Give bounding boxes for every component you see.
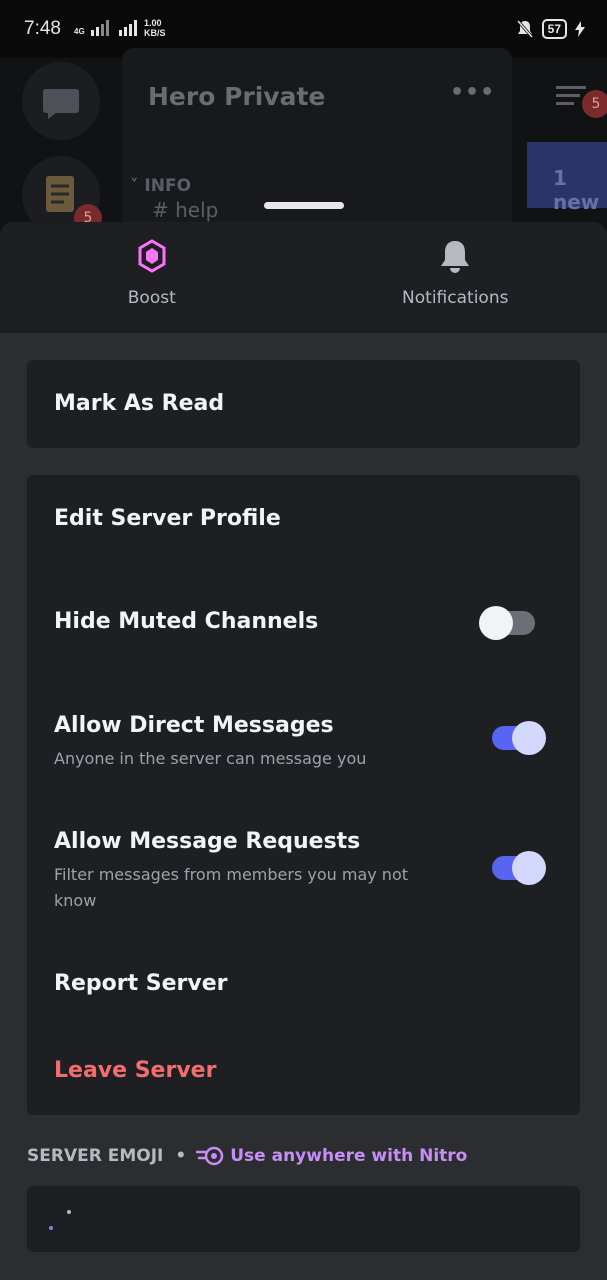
sheet-drag-handle[interactable] — [264, 202, 344, 209]
notifications-label: Notifications — [402, 288, 509, 308]
mark-as-read-button[interactable]: Mark As Read — [54, 391, 550, 416]
signal-icon-2 — [118, 20, 137, 36]
nitro-icon — [196, 1146, 224, 1166]
server-emoji-list[interactable] — [27, 1186, 580, 1252]
bell-off-icon — [516, 20, 533, 38]
loading-icon — [49, 1210, 71, 1230]
allow-message-requests-row[interactable]: Allow Message Requests Filter messages f… — [54, 829, 550, 914]
notifications-action[interactable]: Notifications — [304, 222, 607, 333]
allow-requests-description: Filter messages from members you may not… — [54, 865, 409, 910]
signal-icon — [90, 20, 109, 36]
network-type: 4G — [74, 27, 85, 36]
server-emoji-label: SERVER EMOJI — [27, 1146, 164, 1166]
charging-icon — [575, 21, 585, 37]
chat-icon — [43, 89, 79, 119]
allow-direct-messages-row[interactable]: Allow Direct Messages Anyone in the serv… — [54, 713, 550, 772]
boost-gem-icon — [138, 239, 166, 273]
net-speed: 1.00 KB/S — [144, 18, 166, 38]
server-emoji-header: SERVER EMOJI • Use anywhere with Nitro — [27, 1146, 467, 1166]
category-info: ˅ INFO — [130, 176, 192, 196]
boost-label: Boost — [127, 288, 176, 308]
allow-dms-description: Anyone in the server can message you — [54, 749, 367, 768]
more-icon: ••• — [450, 80, 496, 105]
hide-muted-channels-toggle[interactable] — [477, 605, 537, 641]
allow-direct-messages-toggle[interactable] — [490, 720, 550, 756]
boost-action[interactable]: Boost — [0, 222, 304, 333]
channel-help: # help — [152, 198, 219, 222]
edit-server-profile-button[interactable]: Edit Server Profile — [54, 506, 550, 531]
server-settings-card: Edit Server Profile Hide Muted Channels … — [27, 475, 580, 1115]
nitro-upsell-link[interactable]: Use anywhere with Nitro — [196, 1146, 467, 1166]
status-right: 57 — [516, 19, 585, 39]
server-options-sheet: Boost Notifications Mark As Read Edit Se… — [0, 222, 607, 1280]
battery-indicator: 57 — [541, 19, 567, 39]
signal-indicators: 4G — [74, 20, 141, 36]
server-title: Hero Private — [148, 82, 326, 111]
nitro-link-text: Use anywhere with Nitro — [230, 1146, 468, 1166]
leave-server-button[interactable]: Leave Server — [54, 1058, 550, 1083]
dm-rail-button — [22, 62, 100, 140]
menu-badge: 5 — [582, 90, 607, 118]
separator-dot: • — [175, 1146, 187, 1166]
hide-muted-channels-row[interactable]: Hide Muted Channels — [54, 609, 550, 634]
report-server-button[interactable]: Report Server — [54, 971, 550, 996]
quick-actions: Boost Notifications — [0, 222, 607, 333]
bell-icon — [441, 241, 470, 273]
mark-as-read-card[interactable]: Mark As Read — [27, 360, 580, 448]
status-time: 7:48 — [24, 18, 61, 39]
new-messages-banner: 1 new — [527, 142, 607, 214]
allow-message-requests-toggle[interactable] — [490, 850, 550, 886]
